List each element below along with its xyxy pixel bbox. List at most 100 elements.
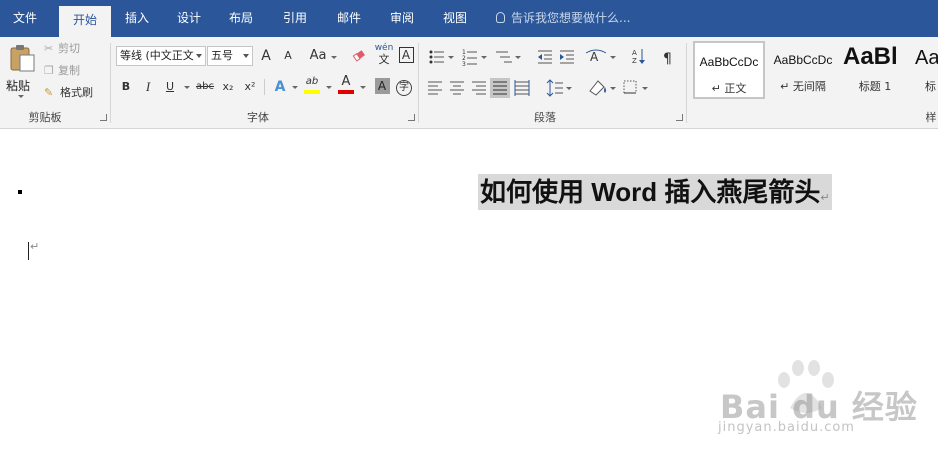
tab-design[interactable]: 设计: [166, 0, 212, 37]
underline-dropdown-arrow[interactable]: [184, 86, 190, 89]
font-color-swatch: [338, 90, 354, 94]
grow-font-button[interactable]: A: [256, 46, 276, 66]
paste-icon: [10, 45, 35, 72]
justify-icon[interactable]: [490, 78, 510, 98]
tab-mailings[interactable]: 邮件: [326, 0, 372, 37]
style-name: 标题 1: [858, 80, 892, 93]
style-name: ↵ 正文: [711, 82, 747, 95]
sort-icon[interactable]: AZ: [632, 49, 645, 65]
superscript-icon: x²: [244, 80, 256, 93]
paragraph-group-label: 段落: [534, 111, 556, 124]
format-painter-button[interactable]: ✎ 格式刷: [44, 83, 106, 103]
tab-file[interactable]: 文件: [0, 0, 50, 37]
svg-text:Z: Z: [632, 57, 637, 65]
bullets-icon[interactable]: [429, 50, 455, 64]
increase-indent-icon[interactable]: [560, 50, 574, 64]
change-case-icon: Aa: [309, 48, 327, 63]
italic-icon: I: [145, 79, 151, 94]
tab-references[interactable]: 引用: [272, 0, 318, 37]
font-dialog-launcher[interactable]: [408, 114, 415, 121]
font-size-value: 五号: [211, 49, 233, 62]
styles-group-label: 样: [925, 111, 937, 124]
clipboard-dialog-launcher[interactable]: [100, 114, 107, 121]
font-group-label: 字体: [247, 111, 269, 124]
cut-label: 剪切: [58, 42, 80, 55]
style-sample: AaBbCcDc: [773, 53, 833, 67]
distributed-icon[interactable]: [514, 80, 530, 96]
tell-me-search[interactable]: 告诉我您想要做什么...: [496, 0, 630, 37]
enclose-characters-icon: 字: [396, 80, 412, 96]
superscript-button[interactable]: x²: [240, 77, 260, 97]
text-effects-dropdown-arrow[interactable]: [292, 86, 298, 89]
group-divider: [686, 43, 687, 123]
paragraph-mark: ↵: [820, 192, 830, 204]
copy-button[interactable]: ❐ 复制: [44, 61, 94, 81]
subscript-icon: x₂: [222, 80, 234, 93]
italic-button[interactable]: I: [138, 77, 158, 97]
heading-text: 如何使用 Word 插入燕尾箭头: [480, 177, 821, 207]
font-color-button[interactable]: A: [336, 75, 356, 95]
style-normal[interactable]: AaBbCcDc ↵ 正文: [693, 41, 765, 99]
svg-text:A: A: [590, 50, 599, 64]
align-center-icon[interactable]: [450, 81, 464, 95]
numbering-icon[interactable]: 123: [462, 49, 487, 68]
copy-label: 复制: [58, 64, 80, 77]
subscript-button[interactable]: x₂: [218, 77, 238, 97]
font-size-select[interactable]: 五号: [207, 46, 253, 66]
style-sample: AaBbCcDc: [699, 55, 759, 69]
character-border-icon: A: [398, 47, 414, 63]
text-cursor: [28, 242, 29, 260]
paragraph-dialog-launcher[interactable]: [676, 114, 683, 121]
chinese-layout-icon[interactable]: A: [585, 49, 616, 64]
underline-button[interactable]: U: [160, 77, 180, 97]
underline-icon: U: [165, 80, 175, 93]
tab-layout[interactable]: 布局: [218, 0, 264, 37]
tab-insert[interactable]: 插入: [114, 0, 160, 37]
font-color-dropdown-arrow[interactable]: [360, 86, 366, 89]
line-spacing-icon[interactable]: [546, 79, 572, 97]
clear-formatting-button[interactable]: [350, 46, 370, 66]
bullet-marker: [18, 190, 22, 194]
highlight-button[interactable]: ab: [302, 75, 322, 95]
character-shading-button[interactable]: A: [372, 77, 392, 97]
bold-button[interactable]: B: [116, 77, 136, 97]
paste-label: 粘贴: [6, 79, 31, 93]
phonetic-guide-button[interactable]: wén 文: [373, 43, 395, 65]
style-heading-1[interactable]: AaBl 标题 1: [839, 41, 911, 99]
tab-review[interactable]: 审阅: [379, 0, 425, 37]
style-no-spacing[interactable]: AaBbCcDc ↵ 无间隔: [767, 41, 839, 99]
decrease-indent-icon[interactable]: [538, 50, 552, 64]
enclose-characters-button[interactable]: 字: [394, 77, 414, 97]
change-case-button[interactable]: Aa: [306, 46, 330, 66]
character-border-button[interactable]: A: [396, 46, 416, 66]
shrink-font-button[interactable]: A: [278, 46, 298, 66]
borders-icon[interactable]: [623, 80, 648, 94]
paste-dropdown-arrow[interactable]: [18, 95, 24, 98]
change-case-dropdown-arrow[interactable]: [331, 56, 337, 59]
tab-view[interactable]: 视图: [432, 0, 478, 37]
style-sample: Aa: [915, 47, 938, 69]
paragraph-mark: ↵: [30, 240, 40, 253]
svg-text:¶: ¶: [663, 51, 672, 67]
text-effects-button[interactable]: A: [270, 77, 290, 97]
highlighter-icon: ab: [305, 76, 319, 87]
shading-icon[interactable]: [589, 80, 616, 96]
align-left-icon[interactable]: [428, 81, 442, 95]
group-divider: [418, 43, 419, 123]
align-right-icon[interactable]: [472, 81, 486, 95]
document-page[interactable]: 如何使用 Word 插入燕尾箭头↵ ↵ Bai du 经验 jingyan.ba…: [0, 130, 938, 461]
copy-icon: ❐: [44, 64, 54, 77]
paste-button[interactable]: 粘贴: [4, 41, 38, 101]
font-family-select[interactable]: 等线 (中文正文: [116, 46, 206, 66]
show-hide-marks-icon[interactable]: ¶: [663, 51, 672, 67]
grow-font-icon: A: [261, 48, 271, 64]
cut-button[interactable]: ✂ 剪切: [44, 39, 94, 59]
tab-home[interactable]: 开始: [59, 6, 111, 37]
style-heading-2[interactable]: Aa 标: [911, 41, 938, 99]
highlight-dropdown-arrow[interactable]: [326, 86, 332, 89]
document-heading[interactable]: 如何使用 Word 插入燕尾箭头↵: [478, 174, 832, 210]
paintbrush-icon: ✎: [44, 86, 54, 99]
strikethrough-button[interactable]: abc: [193, 77, 217, 97]
style-name: 标: [925, 80, 936, 93]
multilevel-list-icon[interactable]: [496, 51, 521, 63]
